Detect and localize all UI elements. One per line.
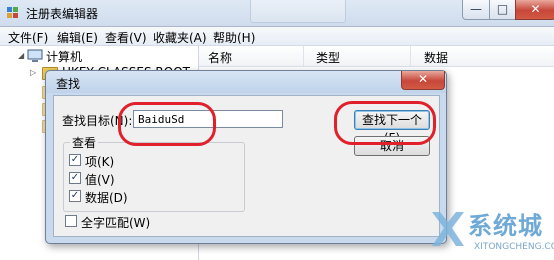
look-at-group: 查看 ✓ 项(K) ✓ 值(V) ✓ 数据(D) [63,134,245,212]
find-target-label: 查找目标(N): [62,114,133,128]
title-bar: 注册表编辑器 — □ ✕ [0,0,554,27]
cancel-button[interactable]: 取消 [354,136,430,156]
tree-root-label: 计算机 [46,50,83,64]
watermark-subtext: XITONGCHENG.COM [474,242,554,252]
column-data[interactable]: 数据 [424,49,448,66]
find-dialog-close-button[interactable]: ✕ [401,71,445,90]
checkbox-unchecked-icon[interactable] [65,215,77,227]
watermark-logo-icon [432,212,464,246]
computer-icon [27,49,43,62]
find-dialog-title: 查找 [56,77,81,91]
background-window-tab [250,0,346,23]
watermark-text: 系统城 [468,212,543,240]
close-button[interactable]: ✕ [515,0,554,20]
column-name[interactable]: 名称 [208,49,232,66]
list-column-header: 名称 类型 数据 [199,46,554,67]
column-type[interactable]: 类型 [316,49,340,66]
checkbox-data-label: 数据(D) [85,191,128,205]
find-dialog-titlebar[interactable]: 查找 ✕ [46,71,446,93]
checkbox-checked-icon[interactable]: ✓ [69,190,81,202]
checkbox-checked-icon[interactable]: ✓ [69,154,81,166]
menu-view[interactable]: 查看(V) [105,29,147,46]
find-dialog: 查找 ✕ 查找目标(N): 查找下一个(F) 取消 查看 ✓ 项(K) ✓ 值(… [45,70,447,244]
menu-file[interactable]: 文件(F) [8,29,48,46]
look-at-group-label: 查看 [70,134,99,151]
site-watermark: 系统城 XITONGCHENG.COM [428,202,554,260]
minimize-button[interactable]: — [462,0,490,20]
maximize-button[interactable]: □ [489,0,516,20]
column-divider[interactable] [303,46,304,66]
find-dialog-body: 查找目标(N): 查找下一个(F) 取消 查看 ✓ 项(K) ✓ 值(V) ✓ … [53,95,440,237]
find-target-input[interactable] [133,110,283,128]
registry-editor-icon [7,7,18,18]
find-next-button[interactable]: 查找下一个(F) [354,110,430,145]
checkbox-checked-icon[interactable]: ✓ [69,172,81,184]
checkbox-values-label: 值(V) [85,173,115,187]
expand-arrow-icon[interactable]: ◢ [18,48,26,64]
menu-edit[interactable]: 编辑(E) [57,29,98,46]
menu-help[interactable]: 帮助(H) [213,29,255,46]
checkbox-keys-label: 项(K) [85,155,115,169]
checkbox-match-whole-label: 全字匹配(W) [81,216,151,230]
menu-favorites[interactable]: 收藏夹(A) [153,29,207,46]
column-divider[interactable] [410,46,411,66]
window-title: 注册表编辑器 [26,7,99,21]
menu-bar: 文件(F) 编辑(E) 查看(V) 收藏夹(A) 帮助(H) [0,27,554,46]
expand-arrow-icon[interactable]: ▷ [30,65,38,81]
